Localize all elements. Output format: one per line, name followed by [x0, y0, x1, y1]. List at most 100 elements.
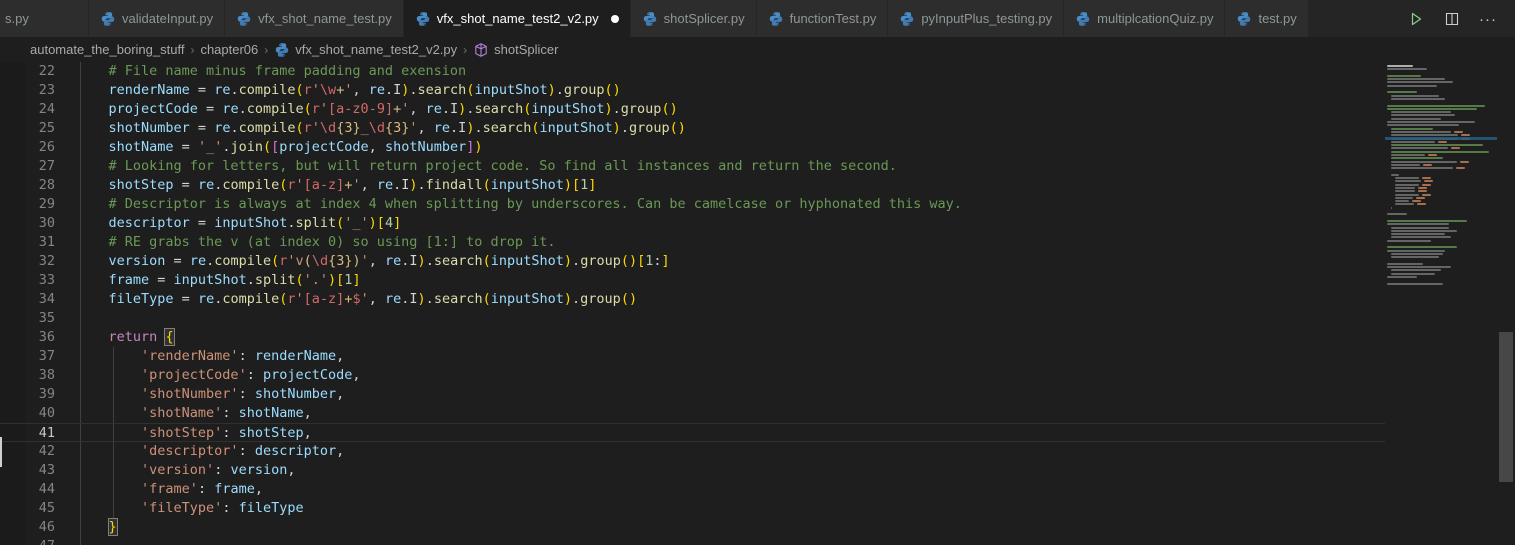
line-number: 47 [0, 537, 76, 545]
vertical-scrollbar[interactable] [1497, 62, 1515, 545]
minimap-line [1385, 111, 1497, 113]
line-number: 27 [0, 157, 76, 176]
minimap-line [1385, 180, 1497, 182]
tab-test.py[interactable]: test.py [1225, 0, 1308, 37]
code-text: # File name minus frame padding and exen… [76, 62, 466, 81]
minimap-line [1385, 85, 1497, 87]
minimap-current-line-band [1385, 137, 1497, 140]
code-line-25[interactable]: 25shotNumber = re.compile(r'\d{3}_\d{3}'… [0, 119, 1385, 138]
code-line-27[interactable]: 27# Looking for letters, but will return… [0, 157, 1385, 176]
code-line-28[interactable]: 28shotStep = re.compile(r'[a-z]+', re.I)… [0, 176, 1385, 195]
code-line-44[interactable]: 44'frame': frame, [0, 480, 1385, 499]
breadcrumb-label: chapter06 [200, 42, 258, 57]
more-actions-button[interactable]: ··· [1475, 6, 1501, 32]
breadcrumb-item-shotSplicer[interactable]: shotSplicer [473, 42, 558, 58]
breadcrumb-label: vfx_shot_name_test2_v2.py [295, 42, 457, 57]
minimap-line [1385, 276, 1497, 278]
breadcrumb-item-chapter06[interactable]: chapter06 [200, 42, 258, 57]
line-number: 24 [0, 100, 76, 119]
code-line-46[interactable]: 46} [0, 518, 1385, 537]
python-icon [1075, 11, 1091, 27]
code-line-38[interactable]: 38'projectCode': projectCode, [0, 366, 1385, 385]
code-line-23[interactable]: 23renderName = re.compile(r'\w+', re.I).… [0, 81, 1385, 100]
minimap-line [1385, 174, 1497, 176]
minimap-line [1385, 101, 1497, 103]
code-line-29[interactable]: 29# Descriptor is always at index 4 when… [0, 195, 1385, 214]
code-line-36[interactable]: 36return { [0, 328, 1385, 347]
minimap-line [1385, 233, 1497, 235]
tab-multiplcationQuiz.py[interactable]: multiplcationQuiz.py [1064, 0, 1225, 37]
code-line-31[interactable]: 31# RE grabs the v (at index 0) so using… [0, 233, 1385, 252]
code-text: 'frame': frame, [76, 480, 263, 499]
line-number: 30 [0, 214, 76, 233]
code-line-39[interactable]: 39'shotNumber': shotNumber, [0, 385, 1385, 404]
breadcrumb-item-vfx_shot_name_test2_v2.py[interactable]: vfx_shot_name_test2_v2.py [274, 42, 457, 58]
python-icon [236, 11, 252, 27]
line-number: 32 [0, 252, 76, 271]
minimap-line [1385, 128, 1497, 130]
minimap-line [1385, 121, 1497, 123]
line-number: 41 [0, 424, 76, 441]
code-text: frame = inputShot.split('.')[1] [76, 271, 361, 290]
code-line-26[interactable]: 26shotName = '_'.join([projectCode, shot… [0, 138, 1385, 157]
split-editor-button[interactable] [1439, 6, 1465, 32]
run-button[interactable] [1403, 6, 1429, 32]
code-line-32[interactable]: 32version = re.compile(r'v(\d{3})', re.I… [0, 252, 1385, 271]
minimap-line [1385, 81, 1497, 83]
minimap-line [1385, 154, 1497, 156]
code-text: renderName = re.compile(r'\w+', re.I).se… [76, 81, 621, 100]
code-line-35[interactable]: 35 [0, 309, 1385, 328]
minimap-line [1385, 256, 1497, 258]
tab-s.py[interactable]: s.py [0, 0, 89, 37]
code-line-22[interactable]: 22# File name minus frame padding and ex… [0, 62, 1385, 81]
code-line-24[interactable]: 24projectCode = re.compile(r'[a-z0-9]+',… [0, 100, 1385, 119]
minimap-line [1385, 240, 1497, 242]
tab-functionTest.py[interactable]: functionTest.py [757, 0, 889, 37]
tab-validateInput.py[interactable]: validateInput.py [89, 0, 225, 37]
python-icon [415, 11, 431, 27]
code-line-43[interactable]: 43'version': version, [0, 461, 1385, 480]
editor[interactable]: 22# File name minus frame padding and ex… [0, 62, 1515, 545]
tab-vfx_shot_name_test2_v2.py[interactable]: vfx_shot_name_test2_v2.py [404, 0, 631, 37]
minimap[interactable] [1385, 62, 1497, 545]
scrollbar-thumb[interactable] [1499, 332, 1513, 482]
python-icon [899, 11, 915, 27]
code-line-45[interactable]: 45'fileType': fileType [0, 499, 1385, 518]
modified-dot[interactable] [611, 15, 619, 23]
code-line-41[interactable]: 41'shotStep': shotStep, [0, 423, 1385, 442]
line-number: 22 [0, 62, 76, 81]
code-text: shotName = '_'.join([projectCode, shotNu… [76, 138, 483, 157]
tab-pyInputPlus_testing.py[interactable]: pyInputPlus_testing.py [888, 0, 1064, 37]
tab-vfx_shot_name_test.py[interactable]: vfx_shot_name_test.py [225, 0, 404, 37]
line-number: 45 [0, 499, 76, 518]
minimap-line [1385, 279, 1497, 281]
code-line-30[interactable]: 30descriptor = inputShot.split('_')[4] [0, 214, 1385, 233]
breadcrumb-item-automate_the_boring_stuff[interactable]: automate_the_boring_stuff [30, 42, 184, 57]
minimap-line [1385, 98, 1497, 100]
minimap-line [1385, 203, 1497, 205]
minimap-line [1385, 151, 1497, 153]
line-number: 36 [0, 328, 76, 347]
minimap-line [1385, 260, 1497, 262]
breadcrumb-separator: › [263, 43, 269, 57]
code-text: 'shotName': shotName, [76, 404, 312, 423]
tab-label: multiplcationQuiz.py [1097, 11, 1213, 26]
minimap-line [1385, 263, 1497, 265]
code-line-33[interactable]: 33frame = inputShot.split('.')[1] [0, 271, 1385, 290]
python-icon [642, 11, 658, 27]
tab-shotSplicer.py[interactable]: shotSplicer.py [631, 0, 757, 37]
code-line-34[interactable]: 34fileType = re.compile(r'[a-z]+$', re.I… [0, 290, 1385, 309]
tab-label: s.py [5, 11, 29, 26]
code-area[interactable]: 22# File name minus frame padding and ex… [0, 62, 1385, 545]
tab-label: shotSplicer.py [664, 11, 745, 26]
code-line-42[interactable]: 42'descriptor': descriptor, [0, 442, 1385, 461]
code-line-37[interactable]: 37'renderName': renderName, [0, 347, 1385, 366]
breadcrumb: automate_the_boring_stuff›chapter06›vfx_… [0, 37, 1515, 62]
tab-label: pyInputPlus_testing.py [921, 11, 1052, 26]
minimap-line [1385, 266, 1497, 268]
minimap-line [1385, 118, 1497, 120]
code-line-40[interactable]: 40'shotName': shotName, [0, 404, 1385, 423]
symbol-method-icon [473, 42, 489, 58]
code-line-47[interactable]: 47 [0, 537, 1385, 545]
minimap-line [1385, 171, 1497, 173]
